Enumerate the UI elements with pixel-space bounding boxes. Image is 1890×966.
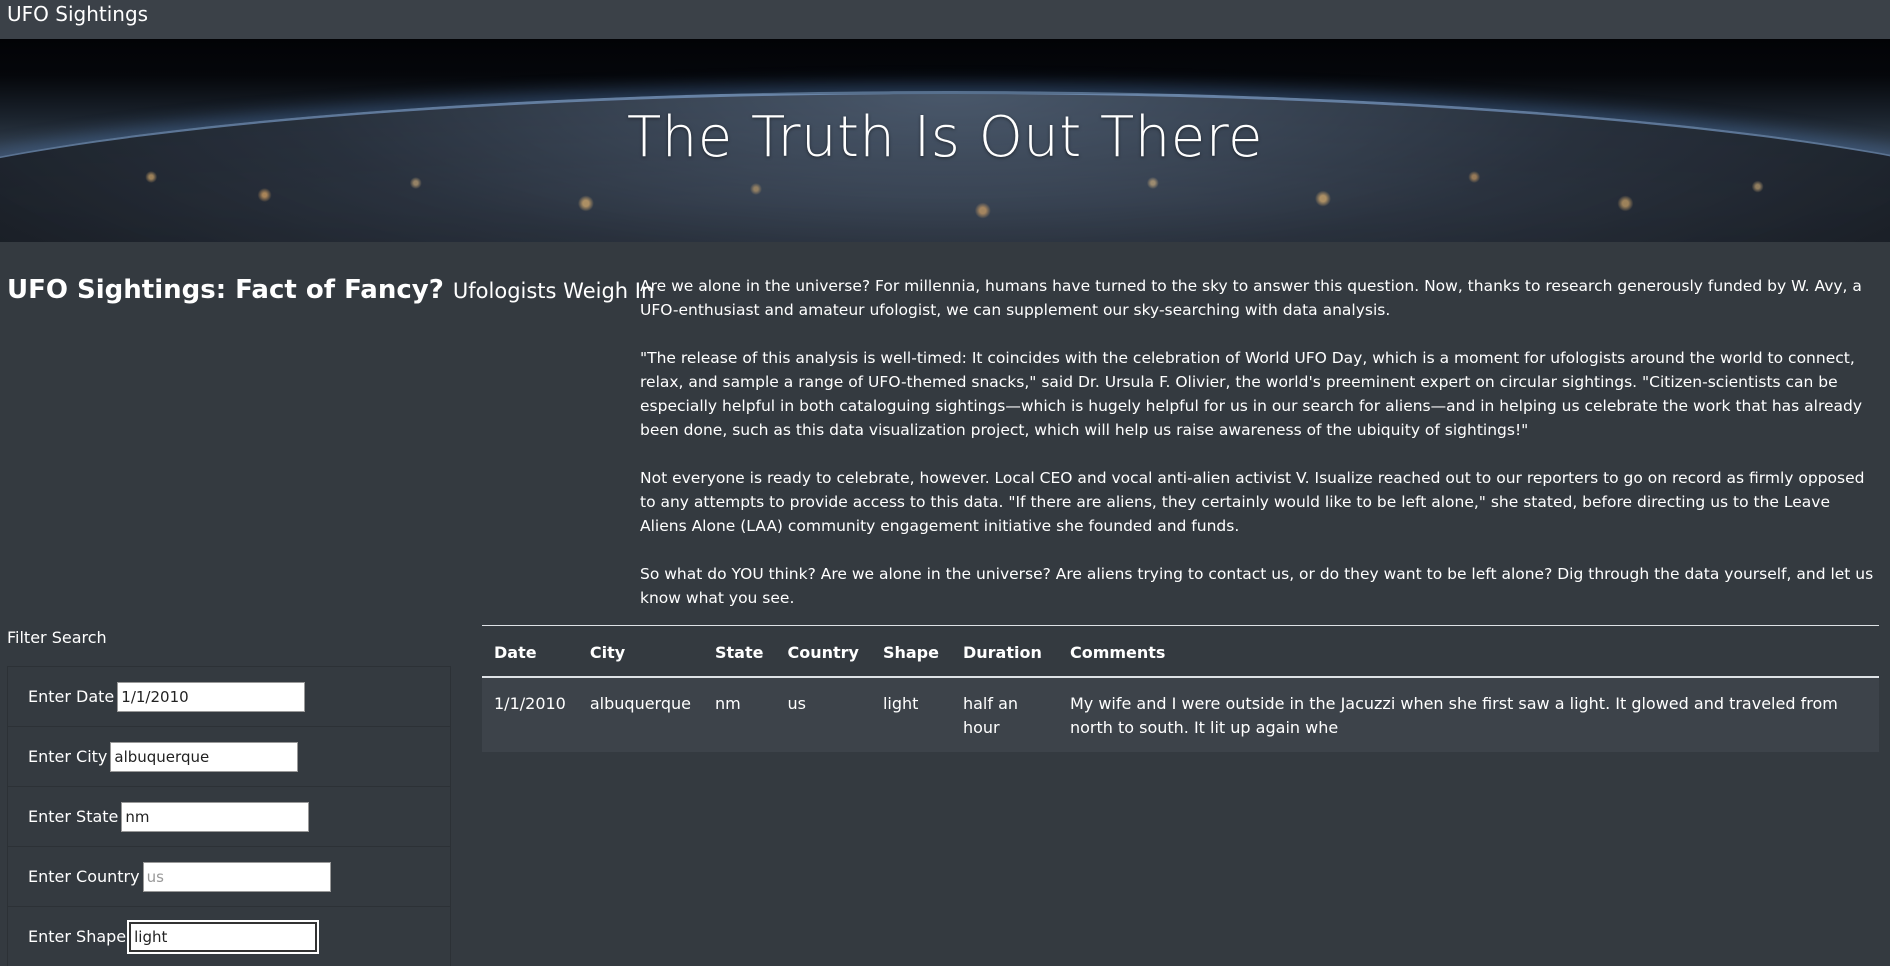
- header-state: State: [702, 625, 776, 678]
- cell-comments: My wife and I were outside in the Jacuzz…: [1057, 677, 1879, 752]
- cell-date: 1/1/2010: [482, 677, 578, 752]
- article-headline: UFO Sightings: Fact of Fancy? Ufologists…: [7, 275, 654, 305]
- article-paragraph: Not everyone is ready to celebrate, howe…: [640, 469, 1865, 535]
- headline-main: UFO Sightings: Fact of Fancy?: [7, 275, 444, 305]
- header-country: Country: [775, 625, 871, 678]
- city-label: Enter City: [28, 747, 108, 766]
- cell-city: albuquerque: [577, 677, 703, 752]
- filter-row-date: Enter Date: [8, 666, 450, 726]
- country-input[interactable]: [142, 861, 331, 892]
- hero-title: The Truth Is Out There: [627, 105, 1263, 170]
- article-body: Are we alone in the universe? For millen…: [640, 274, 1880, 634]
- state-label: Enter State: [28, 807, 119, 826]
- cell-shape: light: [870, 677, 951, 752]
- date-input[interactable]: [117, 681, 306, 712]
- navbar-brand[interactable]: UFO Sightings: [7, 4, 148, 24]
- cell-country: us: [775, 677, 871, 752]
- cell-duration: half an hour: [950, 677, 1058, 752]
- header-date: Date: [482, 625, 578, 678]
- filter-search-title: Filter Search: [7, 628, 107, 647]
- header-city: City: [577, 625, 703, 678]
- city-input[interactable]: [110, 741, 299, 772]
- headline-sub: Ufologists Weigh In: [452, 279, 655, 303]
- sightings-table-wrap: Date City State Country Shape Duration C…: [482, 625, 1879, 752]
- header-comments: Comments: [1057, 625, 1879, 678]
- header-duration: Duration: [950, 625, 1058, 678]
- country-label: Enter Country: [28, 867, 140, 886]
- shape-input[interactable]: [127, 919, 320, 954]
- state-input[interactable]: [121, 801, 310, 832]
- filter-panel: Enter Date Enter City Enter State Enter …: [7, 666, 451, 966]
- article-paragraph: Are we alone in the universe? For millen…: [640, 277, 1862, 319]
- sightings-table: Date City State Country Shape Duration C…: [482, 625, 1879, 752]
- filter-row-state: Enter State: [8, 786, 450, 846]
- filter-row-country: Enter Country: [8, 846, 450, 906]
- article-paragraph: "The release of this analysis is well-ti…: [640, 349, 1863, 439]
- table-row: 1/1/2010 albuquerque nm us light half an…: [482, 677, 1879, 752]
- navbar: UFO Sightings: [0, 0, 1890, 39]
- filter-row-shape: Enter Shape: [8, 906, 450, 966]
- header-shape: Shape: [870, 625, 951, 678]
- date-label: Enter Date: [28, 687, 115, 706]
- filter-row-city: Enter City: [8, 726, 450, 786]
- cell-state: nm: [702, 677, 776, 752]
- shape-label: Enter Shape: [28, 927, 127, 946]
- article-paragraph: So what do YOU think? Are we alone in th…: [640, 565, 1874, 607]
- table-header-row: Date City State Country Shape Duration C…: [482, 625, 1879, 678]
- hero-banner: The Truth Is Out There: [0, 39, 1890, 242]
